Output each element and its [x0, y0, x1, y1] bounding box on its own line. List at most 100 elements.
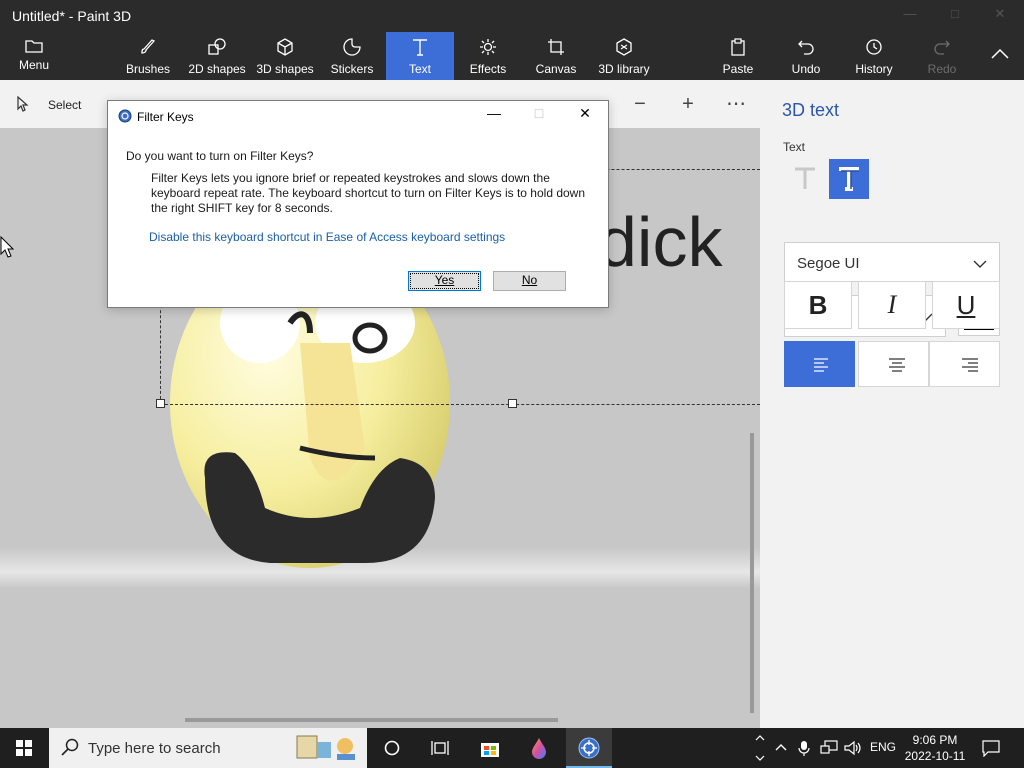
dialog-maximize-button[interactable]: □ [525, 105, 553, 127]
3d-library-button[interactable]: 3D library [592, 32, 656, 80]
notifications-icon[interactable] [982, 739, 1000, 757]
cortana-circle-icon [384, 740, 400, 756]
properties-panel: 3D text Text Segoe UI 48 [760, 80, 1024, 728]
folder-icon [0, 32, 68, 54]
chevron-up-icon [984, 32, 1016, 59]
paint-app-button[interactable] [519, 728, 559, 768]
taskbar: Type here to search ENG 9:06 PM 2022-10-… [0, 728, 1024, 768]
align-right-button[interactable] [929, 341, 1000, 387]
italic-button[interactable]: I [858, 281, 926, 329]
mouse-cursor-icon [0, 236, 14, 258]
panel-title: 3D text [782, 100, 840, 120]
brush-icon [120, 32, 176, 54]
history-button[interactable]: History [846, 32, 902, 80]
search-icon [61, 738, 79, 761]
effects-icon [458, 32, 518, 55]
taskbar-scroll-icon[interactable] [754, 730, 766, 766]
cortana-button[interactable] [372, 728, 412, 768]
ribbon: Menu Brushes 2D shapes 3D shapes Sticker… [0, 32, 1024, 80]
3d-shapes-icon [252, 32, 318, 56]
dialog-description: Filter Keys lets you ignore brief or rep… [151, 171, 586, 215]
align-center-icon [889, 358, 905, 372]
horizontal-scrollbar[interactable] [185, 718, 558, 722]
start-button[interactable] [0, 728, 48, 768]
paste-icon [712, 32, 764, 56]
paste-button[interactable]: Paste [712, 32, 764, 80]
maximize-button[interactable]: □ [945, 6, 965, 26]
redo-button[interactable]: Redo [918, 32, 966, 80]
dialog-question: Do you want to turn on Filter Keys? [126, 149, 314, 163]
chevron-down-icon [973, 256, 987, 273]
microphone-icon[interactable] [798, 740, 810, 756]
dialog-close-button[interactable]: ✕ [571, 105, 599, 127]
more-options-icon[interactable]: ⋯ [724, 92, 748, 116]
3d-face-model[interactable] [160, 278, 480, 588]
paint-drop-icon [532, 738, 546, 759]
2d-text-icon [795, 167, 815, 189]
language-indicator[interactable]: ENG [870, 740, 896, 754]
text-type-label: Text [783, 140, 806, 154]
menu-button[interactable]: Menu [0, 32, 68, 80]
3d-text-button[interactable] [829, 159, 869, 199]
filter-keys-dialog: Filter Keys — □ ✕ Do you want to turn on… [107, 100, 609, 308]
2d-shapes-button[interactable]: 2D shapes [184, 32, 250, 80]
2d-shapes-icon [184, 32, 250, 55]
stickers-button[interactable]: Stickers [322, 32, 382, 80]
search-highlight-illustration-icon [291, 732, 365, 768]
close-button[interactable]: ✕ [990, 6, 1010, 26]
resize-handle[interactable] [156, 399, 165, 408]
text-icon [386, 32, 454, 56]
ease-of-access-icon [578, 737, 600, 759]
canvas-button[interactable]: Canvas [526, 32, 586, 80]
3d-shapes-button[interactable]: 3D shapes [252, 32, 318, 80]
selection-bottom-edge [160, 404, 760, 405]
ease-of-access-app-button[interactable] [566, 728, 612, 768]
clock-date: 2022-10-11 [904, 749, 966, 763]
underline-button[interactable]: U [932, 281, 1000, 329]
select-label[interactable]: Select [48, 98, 81, 112]
resize-handle[interactable] [508, 399, 517, 408]
bold-button[interactable]: B [784, 281, 852, 329]
3d-text-object[interactable]: dick [598, 202, 722, 282]
task-view-button[interactable] [420, 728, 460, 768]
title-bar: Untitled* - Paint 3D — □ ✕ [0, 0, 1024, 32]
brushes-button[interactable]: Brushes [120, 32, 176, 80]
zoom-in-icon[interactable]: + [676, 92, 700, 116]
undo-icon [780, 32, 832, 55]
minimize-button[interactable]: — [900, 6, 920, 26]
network-icon[interactable] [820, 740, 838, 756]
dialog-title: Filter Keys [137, 110, 194, 124]
align-left-icon [814, 358, 828, 372]
search-placeholder: Type here to search [88, 740, 221, 757]
microsoft-store-icon [481, 743, 499, 757]
align-right-icon [962, 358, 978, 372]
no-button[interactable]: No [493, 271, 566, 291]
show-hidden-icons-icon[interactable] [774, 740, 788, 754]
align-left-button[interactable] [784, 341, 855, 387]
windows-logo-icon [16, 740, 32, 756]
volume-icon[interactable] [844, 740, 862, 756]
undo-button[interactable]: Undo [780, 32, 832, 80]
effects-button[interactable]: Effects [458, 32, 518, 80]
zoom-out-icon[interactable]: − [628, 92, 652, 116]
align-center-button[interactable] [858, 341, 929, 387]
store-app-button[interactable] [470, 728, 510, 768]
yes-button[interactable]: Yes [408, 271, 481, 291]
canvas-icon [526, 32, 586, 55]
text-button[interactable]: Text [386, 32, 454, 80]
stickers-icon [322, 32, 382, 56]
window-title: Untitled* - Paint 3D [12, 8, 132, 24]
dialog-minimize-button[interactable]: — [480, 105, 508, 127]
font-dropdown[interactable]: Segoe UI [784, 242, 1000, 282]
font-value: Segoe UI [797, 255, 860, 272]
ease-of-access-icon [118, 109, 132, 128]
select-arrow-icon[interactable] [16, 95, 30, 117]
system-clock[interactable]: 9:06 PM 2022-10-11 [900, 732, 970, 764]
3d-text-icon [839, 167, 859, 191]
vertical-scrollbar[interactable] [750, 433, 754, 713]
collapse-ribbon-button[interactable] [984, 32, 1016, 80]
task-view-icon [431, 741, 449, 755]
ease-of-access-link[interactable]: Disable this keyboard shortcut in Ease o… [149, 230, 505, 244]
taskbar-search-box[interactable]: Type here to search [49, 728, 367, 768]
2d-text-button[interactable] [785, 159, 825, 199]
